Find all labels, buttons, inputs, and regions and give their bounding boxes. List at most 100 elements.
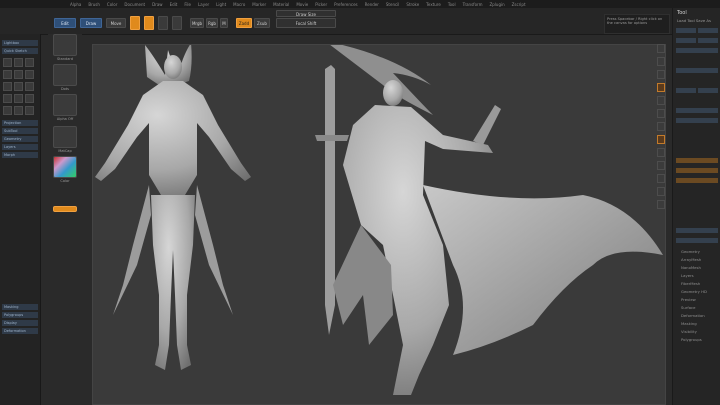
subpalette-item[interactable]: Deformation: [681, 312, 707, 320]
tray-item-layers[interactable]: Layers: [2, 144, 38, 150]
menu-item[interactable]: Macro: [233, 2, 245, 7]
tool-button[interactable]: [676, 68, 718, 73]
subpalette-item[interactable]: Layers: [681, 272, 707, 280]
subpalette-item[interactable]: FiberMesh: [681, 280, 707, 288]
move-icon[interactable]: [657, 161, 665, 170]
polyf-icon[interactable]: [657, 200, 665, 209]
alpha-slot[interactable]: [53, 94, 77, 116]
tool-icon[interactable]: [14, 106, 23, 115]
draw-size-slider[interactable]: Draw Size: [276, 10, 336, 17]
scroll-icon[interactable]: [657, 57, 665, 66]
swatch-orange[interactable]: [53, 206, 77, 212]
menu-item[interactable]: Zscript: [512, 2, 526, 7]
material-slot[interactable]: [53, 126, 77, 148]
subpalette-item[interactable]: Visibility: [681, 328, 707, 336]
tray-item-lightbox[interactable]: Lightbox: [2, 40, 38, 46]
subpalette-item[interactable]: Masking: [681, 320, 707, 328]
brush-icon[interactable]: [14, 58, 23, 67]
tool-button[interactable]: [698, 38, 718, 43]
menu-item[interactable]: Zplugin: [490, 2, 505, 7]
menu-item[interactable]: Document: [124, 2, 145, 7]
tray-item-deformation[interactable]: Deformation: [2, 328, 38, 334]
menu-item[interactable]: Light: [216, 2, 226, 7]
menu-item[interactable]: Texture: [426, 2, 441, 7]
figure-icon[interactable]: [14, 82, 23, 91]
tool-slider[interactable]: [676, 178, 718, 183]
tool-icon[interactable]: [14, 94, 23, 103]
tray-item-subtool[interactable]: SubTool: [2, 128, 38, 134]
m-button[interactable]: M: [220, 18, 228, 28]
tray-item-morph[interactable]: Morph: [2, 152, 38, 158]
subpalette-item[interactable]: Surface: [681, 304, 707, 312]
tool-button[interactable]: [698, 88, 718, 93]
move-button[interactable]: Move: [106, 18, 126, 28]
tool-button[interactable]: [676, 88, 696, 93]
tool-button[interactable]: [676, 38, 696, 43]
tool-icon[interactable]: [3, 94, 12, 103]
tool-button[interactable]: [698, 28, 718, 33]
subpalette-item[interactable]: Geometry HD: [681, 288, 707, 296]
menu-item[interactable]: Draw: [152, 2, 162, 7]
menu-item[interactable]: Stroke: [406, 2, 419, 7]
frame-icon[interactable]: [657, 148, 665, 157]
focal-shift-slider[interactable]: Focal Shift: [276, 18, 336, 28]
tool-icon[interactable]: [3, 106, 12, 115]
sculpt-viewport[interactable]: [93, 45, 666, 405]
color-picker[interactable]: [53, 156, 77, 178]
tray-item-masking[interactable]: Masking: [2, 304, 38, 310]
figure-icon[interactable]: [25, 70, 34, 79]
mrgb-button[interactable]: Mrgb: [190, 18, 204, 28]
menu-item[interactable]: Brush: [88, 2, 100, 7]
local-icon[interactable]: [657, 135, 665, 144]
subpalette-item[interactable]: Geometry: [681, 248, 707, 256]
menu-item[interactable]: Stencil: [386, 2, 400, 7]
menu-item[interactable]: Layer: [198, 2, 209, 7]
tool-icon[interactable]: [25, 94, 34, 103]
tray-item-projection[interactable]: Projection: [2, 120, 38, 126]
rgb-button[interactable]: Rgb: [206, 18, 218, 28]
tool-button[interactable]: [676, 48, 718, 53]
subpalette-item[interactable]: ArrayMesh: [681, 256, 707, 264]
draw-button[interactable]: Draw: [80, 18, 102, 28]
menu-item[interactable]: Render: [365, 2, 379, 7]
move-mode-icon[interactable]: [144, 16, 154, 30]
menu-item[interactable]: Transform: [463, 2, 483, 7]
tool-slider[interactable]: [676, 168, 718, 173]
stroke-slot[interactable]: [53, 64, 77, 86]
subpalette-item[interactable]: Preview: [681, 296, 707, 304]
figure-icon[interactable]: [3, 70, 12, 79]
tool-button[interactable]: [676, 118, 718, 123]
bpr-icon[interactable]: [657, 44, 665, 53]
rotate-icon[interactable]: [657, 187, 665, 196]
brush-icon[interactable]: [3, 58, 12, 67]
tray-item-geometry[interactable]: Geometry: [2, 136, 38, 142]
aahalf-icon[interactable]: [657, 96, 665, 105]
document-canvas[interactable]: [92, 44, 666, 405]
subpalette-item[interactable]: NanoMesh: [681, 264, 707, 272]
menu-item[interactable]: File: [184, 2, 191, 7]
figure-icon[interactable]: [14, 70, 23, 79]
zoom-icon[interactable]: [657, 70, 665, 79]
menu-item[interactable]: Preferences: [334, 2, 358, 7]
zadd-button[interactable]: Zadd: [236, 18, 252, 28]
menu-item[interactable]: Material: [273, 2, 289, 7]
menu-item[interactable]: Alpha: [70, 2, 81, 7]
menu-item[interactable]: Marker: [252, 2, 266, 7]
floor-icon[interactable]: [657, 122, 665, 131]
zoom3d-icon[interactable]: [657, 174, 665, 183]
tool-slider[interactable]: [676, 158, 718, 163]
figure-icon[interactable]: [3, 82, 12, 91]
menu-item[interactable]: Movie: [296, 2, 308, 7]
tool-button[interactable]: [676, 28, 696, 33]
menu-item[interactable]: Edit: [170, 2, 178, 7]
scale-mode-icon[interactable]: [158, 16, 168, 30]
edit-button[interactable]: Edit: [54, 18, 76, 28]
palette-subtitle[interactable]: Load Tool Save As: [677, 18, 711, 23]
tool-button[interactable]: [676, 108, 718, 113]
menu-item[interactable]: Picker: [315, 2, 327, 7]
subpalette-item[interactable]: Polygroups: [681, 336, 707, 344]
brush-icon[interactable]: [25, 58, 34, 67]
tray-item-display[interactable]: Display: [2, 320, 38, 326]
menu-item[interactable]: Tool: [448, 2, 456, 7]
brush-slot[interactable]: [53, 34, 77, 56]
